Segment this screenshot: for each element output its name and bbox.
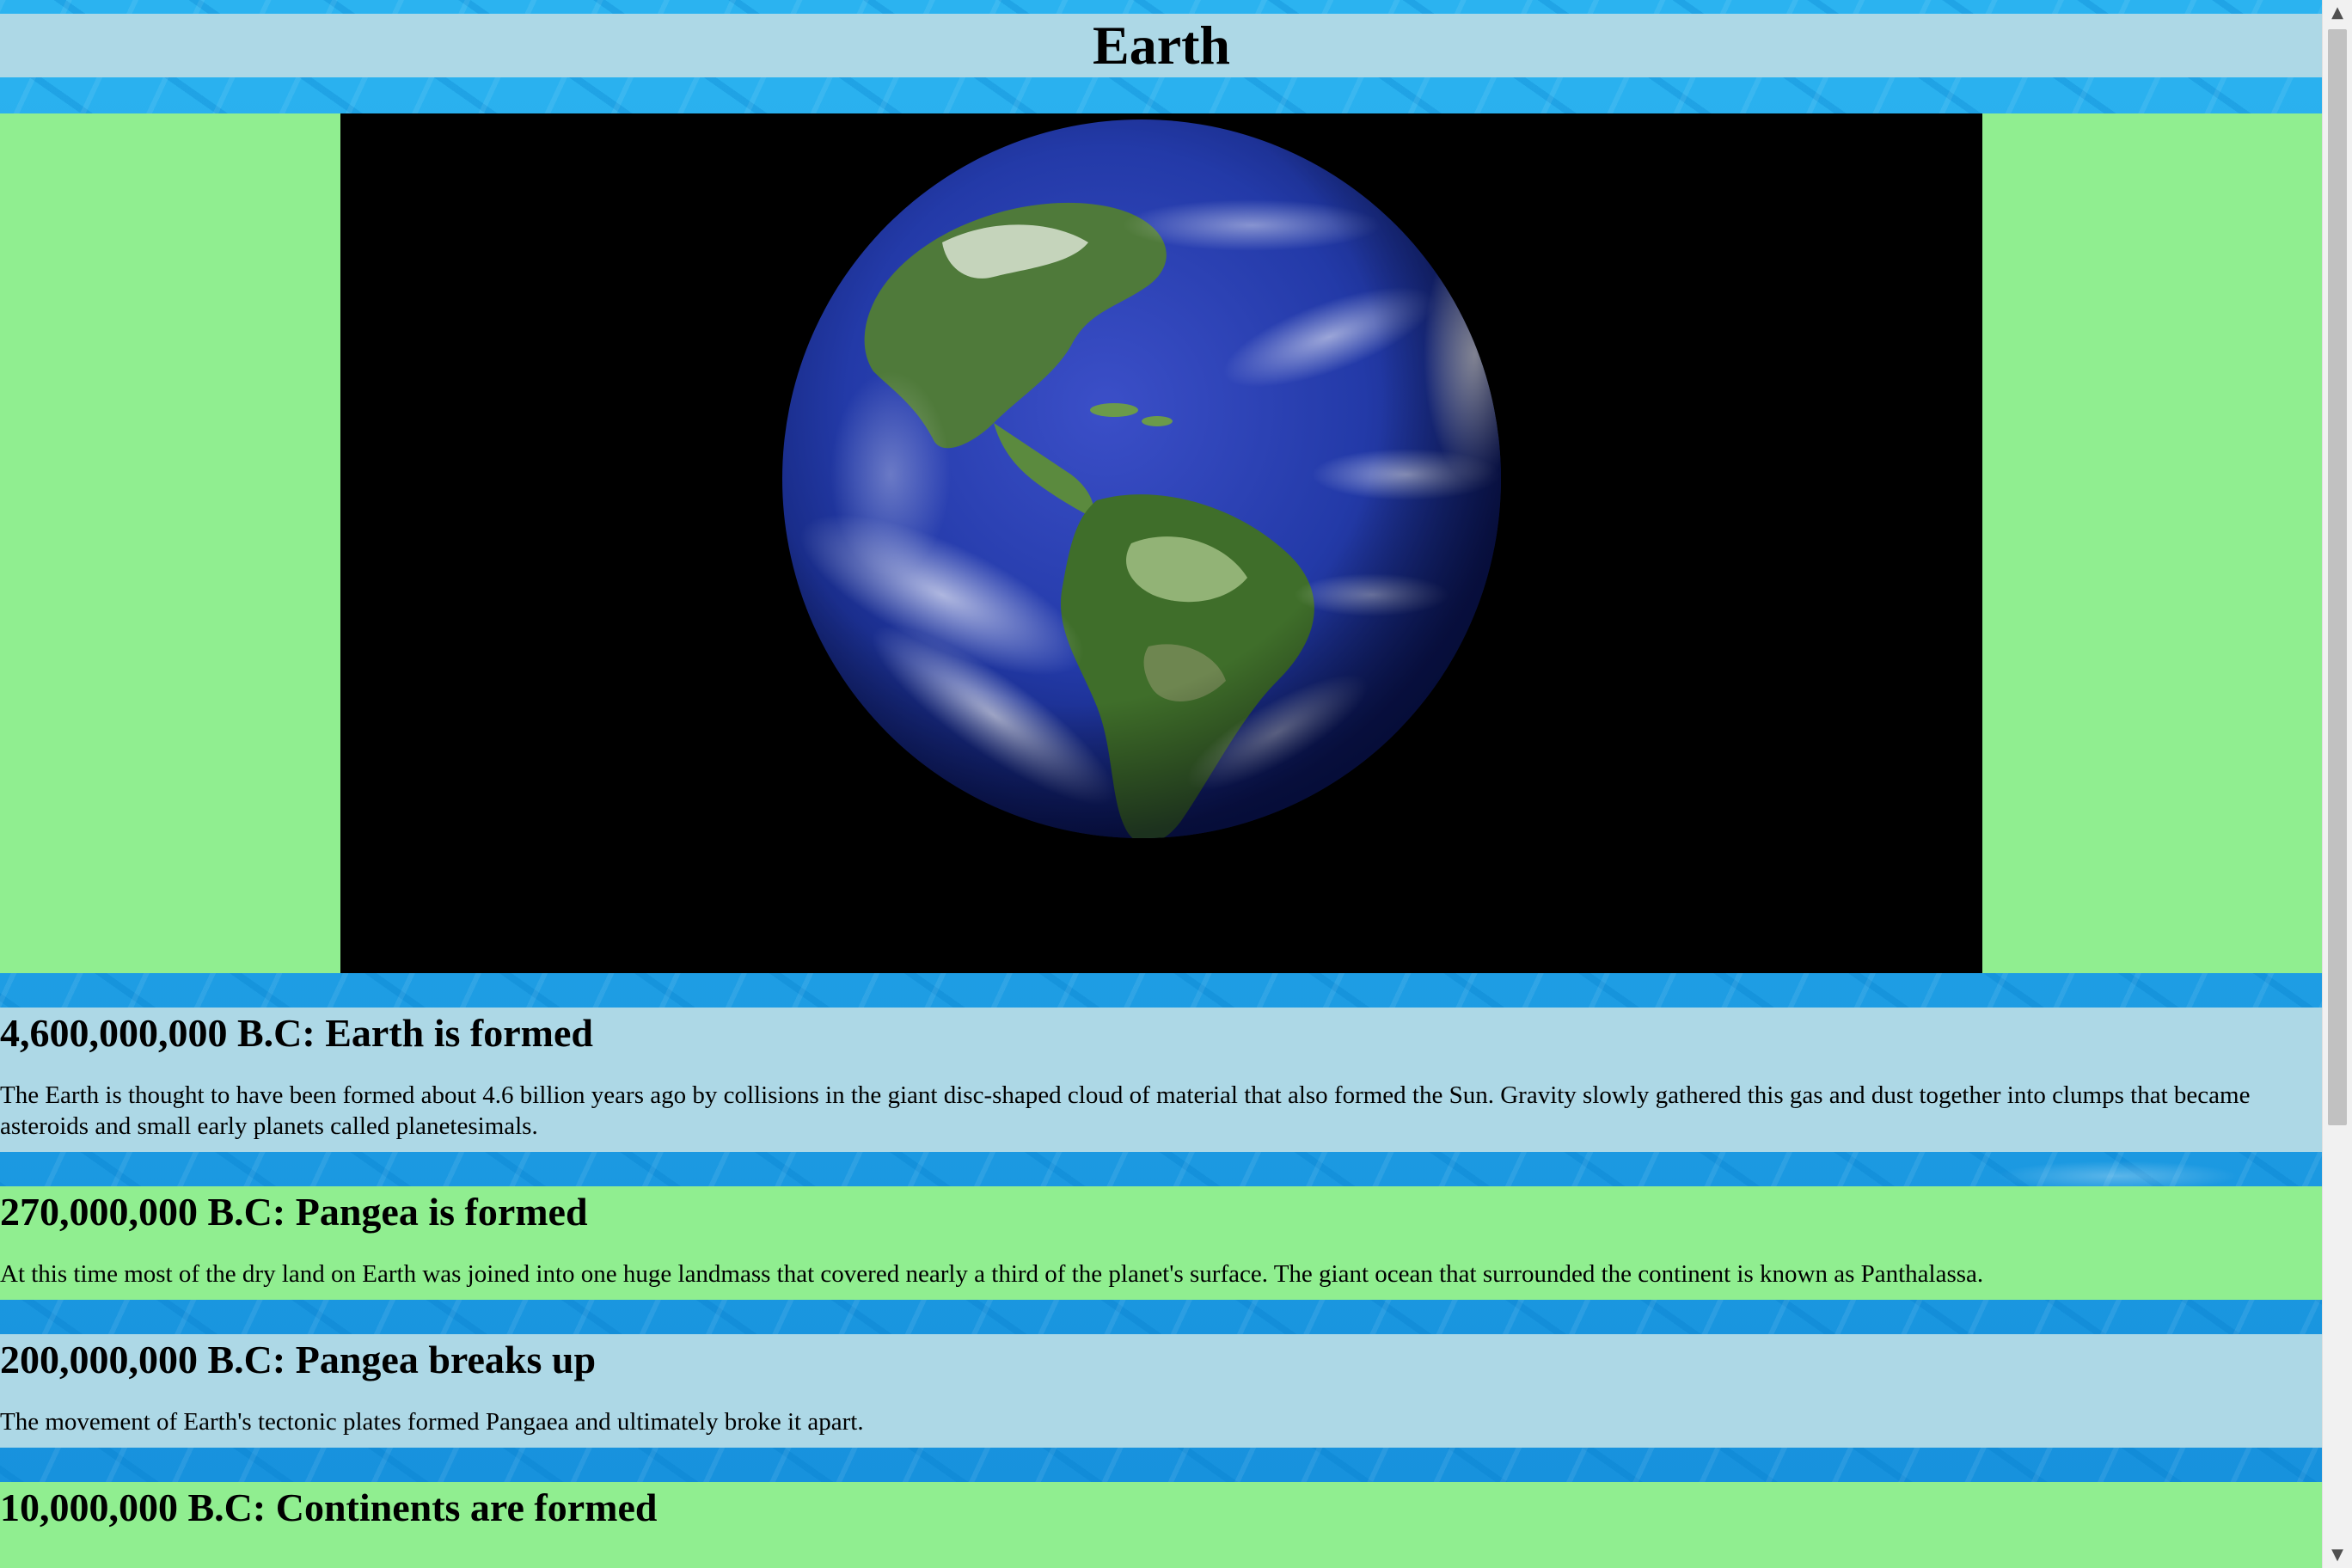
page: Earth 4,600,000,000 B.C: Earth is formed…	[0, 0, 2323, 1568]
scroll-down-icon[interactable]: ▼	[2323, 1542, 2352, 1568]
page-title: Earth	[1093, 15, 1230, 76]
timeline-heading: 10,000,000 B.C: Continents are formed	[0, 1485, 658, 1529]
timeline-entry-pangea-breaks-up: 200,000,000 B.C: Pangea breaks up The mo…	[0, 1334, 2323, 1448]
timeline-entry-pangea-formed: 270,000,000 B.C: Pangea is formed At thi…	[0, 1186, 2323, 1300]
vertical-scrollbar[interactable]: ▲ ▼	[2322, 0, 2352, 1568]
earth-image	[340, 113, 1982, 973]
timeline-heading: 270,000,000 B.C: Pangea is formed	[0, 1190, 588, 1234]
timeline-heading: 4,600,000,000 B.C: Earth is formed	[0, 1011, 593, 1055]
timeline-entry-continents-formed: 10,000,000 B.C: Continents are formed	[0, 1482, 2323, 1568]
timeline-heading: 200,000,000 B.C: Pangea breaks up	[0, 1338, 597, 1381]
hero-section	[0, 113, 2323, 973]
timeline-text: The movement of Earth's tectonic plates …	[0, 1408, 864, 1436]
scrollbar-thumb[interactable]	[2328, 29, 2347, 1125]
timeline-entry-earth-formed: 4,600,000,000 B.C: Earth is formed The E…	[0, 1008, 2323, 1152]
scroll-up-icon[interactable]: ▲	[2323, 0, 2352, 26]
earth-globe-graphic	[340, 113, 1982, 973]
timeline-text: At this time most of the dry land on Ear…	[0, 1260, 1984, 1288]
title-bar: Earth	[0, 14, 2323, 77]
timeline-text: The Earth is thought to have been formed…	[0, 1081, 2251, 1140]
